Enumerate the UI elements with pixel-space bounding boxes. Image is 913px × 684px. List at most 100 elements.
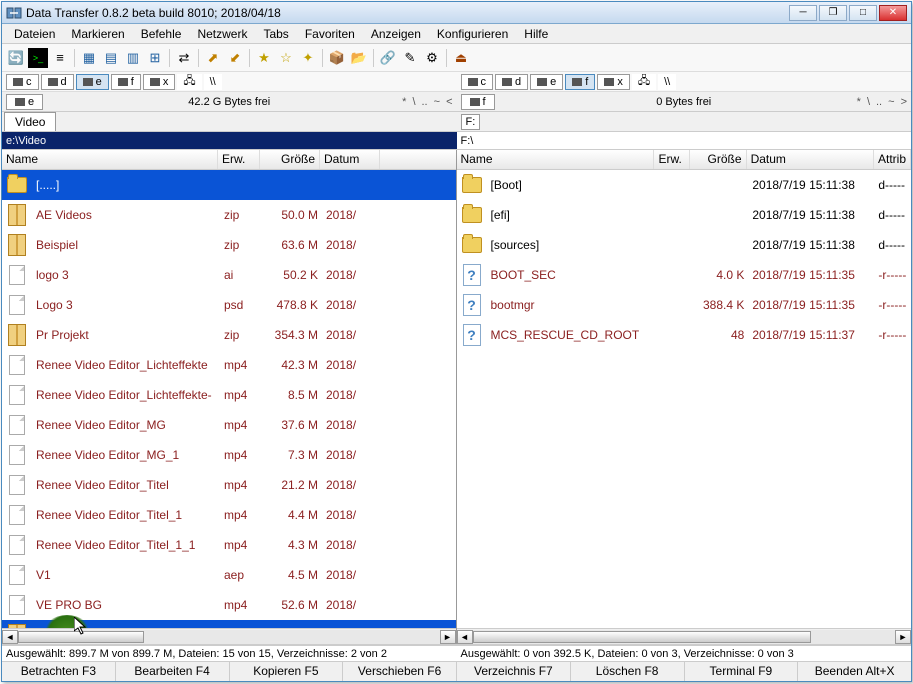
- drive-f[interactable]: f: [565, 74, 595, 90]
- nav-btn[interactable]: ~: [434, 96, 440, 108]
- edit-icon[interactable]: ✎: [400, 48, 420, 68]
- view-details-icon[interactable]: ▤: [101, 48, 121, 68]
- drive-x[interactable]: x: [597, 74, 630, 90]
- scroll-right-icon[interactable]: ►: [440, 630, 456, 644]
- right-columns[interactable]: NameErw.GrößeDatumAttrib: [457, 150, 912, 170]
- drive-e[interactable]: e: [530, 74, 563, 90]
- drive-c[interactable]: c: [6, 74, 39, 90]
- maximize-button[interactable]: □: [849, 5, 877, 21]
- view-list-icon[interactable]: ▦: [79, 48, 99, 68]
- menu-konfigurieren[interactable]: Konfigurieren: [429, 27, 516, 41]
- column-header[interactable]: Erw.: [654, 150, 689, 169]
- column-header[interactable]: Datum: [747, 150, 874, 169]
- left-hscroll[interactable]: ◄ ►: [2, 628, 456, 644]
- terminal-icon[interactable]: >_: [28, 48, 48, 68]
- left-drive-label[interactable]: e: [6, 94, 43, 110]
- nav-out-icon[interactable]: ⬈: [203, 48, 223, 68]
- scroll-left-icon[interactable]: ◄: [2, 630, 18, 644]
- nav-btn[interactable]: *: [857, 96, 861, 108]
- file-row[interactable]: Beispielzip63.6 M2018/: [2, 230, 456, 260]
- left-path[interactable]: e:\Video: [2, 132, 457, 149]
- settings-icon[interactable]: ⚙: [422, 48, 442, 68]
- column-header[interactable]: Erw.: [218, 150, 260, 169]
- drive-d[interactable]: d: [41, 74, 74, 90]
- close-button[interactable]: ✕: [879, 5, 907, 21]
- file-row[interactable]: [Boot]2018/7/19 15:11:38d-----: [457, 170, 912, 200]
- favorite-del-icon[interactable]: ☆: [276, 48, 296, 68]
- file-row[interactable]: Renee Video Editor_MGmp437.6 M2018/: [2, 410, 456, 440]
- nav-btn[interactable]: \: [867, 96, 870, 108]
- menu-favoriten[interactable]: Favoriten: [297, 27, 363, 41]
- right-drive-combo[interactable]: F:: [461, 114, 481, 130]
- file-row[interactable]: Renee Video Editor_Titel_1_1mp44.3 M2018…: [2, 530, 456, 560]
- file-row[interactable]: Logo 3psd478.8 K2018/: [2, 290, 456, 320]
- file-row[interactable]: Renee Video Editor_Lichteffektemp442.3 M…: [2, 350, 456, 380]
- nav-btn[interactable]: ~: [888, 96, 894, 108]
- right-path[interactable]: F:\: [457, 132, 912, 149]
- drive-d[interactable]: d: [495, 74, 528, 90]
- left-columns[interactable]: NameErw.GrößeDatum: [2, 150, 456, 170]
- titlebar[interactable]: Data Transfer 0.8.2 beta build 8010; 201…: [2, 2, 911, 24]
- file-row[interactable]: ?BOOT_SEC4.0 K2018/7/19 15:11:35-r-----: [457, 260, 912, 290]
- favorite-add-icon[interactable]: ★: [254, 48, 274, 68]
- scroll-left-icon[interactable]: ◄: [457, 630, 473, 644]
- unpack-icon[interactable]: 📂: [349, 48, 369, 68]
- left-filelist[interactable]: [.....]AE Videoszip50.0 M2018/Beispielzi…: [2, 170, 456, 628]
- file-row[interactable]: [.....]: [2, 170, 456, 200]
- file-row[interactable]: Videoszip248.6 M2018: [2, 620, 456, 628]
- swap-icon[interactable]: ⇄: [174, 48, 194, 68]
- fnkey-button[interactable]: Bearbeiten F4: [116, 662, 230, 681]
- drive-f[interactable]: f: [111, 74, 141, 90]
- right-filelist[interactable]: [Boot]2018/7/19 15:11:38d-----[efi]2018/…: [457, 170, 912, 628]
- drive-x[interactable]: x: [143, 74, 176, 90]
- column-header[interactable]: Größe: [690, 150, 747, 169]
- file-row[interactable]: [efi]2018/7/19 15:11:38d-----: [457, 200, 912, 230]
- file-row[interactable]: ?MCS_RESCUE_CD_ROOT482018/7/19 15:11:37-…: [457, 320, 912, 350]
- nav-in-icon[interactable]: ⬋: [225, 48, 245, 68]
- share-icon[interactable]: 🖧: [632, 74, 656, 90]
- refresh-icon[interactable]: 🔄: [6, 48, 26, 68]
- file-row[interactable]: [sources]2018/7/19 15:11:38d-----: [457, 230, 912, 260]
- view-tree-icon[interactable]: ▥: [123, 48, 143, 68]
- view-thumbs-icon[interactable]: ⊞: [145, 48, 165, 68]
- left-tab[interactable]: Video: [4, 112, 56, 131]
- nav-btn[interactable]: \: [412, 96, 415, 108]
- menu-anzeigen[interactable]: Anzeigen: [363, 27, 429, 41]
- minimize-button[interactable]: ─: [789, 5, 817, 21]
- file-row[interactable]: Renee Video Editor_Titel_1mp44.4 M2018/: [2, 500, 456, 530]
- right-drive-label[interactable]: f: [461, 94, 495, 110]
- root-icon[interactable]: \\: [658, 74, 676, 90]
- right-hscroll[interactable]: ◄ ►: [457, 628, 912, 644]
- nav-btn[interactable]: <: [446, 96, 452, 108]
- file-row[interactable]: Renee Video Editor_MG_1mp47.3 M2018/: [2, 440, 456, 470]
- share-icon[interactable]: 🖧: [177, 74, 201, 90]
- exit-icon[interactable]: ⏏: [451, 48, 471, 68]
- drive-c[interactable]: c: [461, 74, 494, 90]
- favorite-star-icon[interactable]: ✦: [298, 48, 318, 68]
- fnkey-button[interactable]: Beenden Alt+X: [798, 662, 911, 681]
- column-header[interactable]: Name: [457, 150, 655, 169]
- file-row[interactable]: Pr Projektzip354.3 M2018/: [2, 320, 456, 350]
- restore-button[interactable]: ❐: [819, 5, 847, 21]
- file-row[interactable]: ?bootmgr388.4 K2018/7/19 15:11:35-r-----: [457, 290, 912, 320]
- menu-befehle[interactable]: Befehle: [133, 27, 190, 41]
- nav-btn[interactable]: *: [402, 96, 406, 108]
- file-row[interactable]: V1aep4.5 M2018/: [2, 560, 456, 590]
- nav-btn[interactable]: >: [901, 96, 907, 108]
- connect-icon[interactable]: 🔗: [378, 48, 398, 68]
- root-icon[interactable]: \\: [204, 74, 222, 90]
- menu-dateien[interactable]: Dateien: [6, 27, 63, 41]
- file-row[interactable]: Renee Video Editor_Lichteffekte-mp48.5 M…: [2, 380, 456, 410]
- pack-icon[interactable]: 📦: [327, 48, 347, 68]
- column-header[interactable]: Name: [2, 150, 218, 169]
- fnkey-button[interactable]: Betrachten F3: [2, 662, 116, 681]
- file-row[interactable]: logo 3ai50.2 K2018/: [2, 260, 456, 290]
- properties-icon[interactable]: ≡: [50, 48, 70, 68]
- column-header[interactable]: Datum: [320, 150, 380, 169]
- menu-netzwerk[interactable]: Netzwerk: [189, 27, 255, 41]
- nav-btn[interactable]: ..: [422, 96, 428, 108]
- nav-btn[interactable]: ..: [876, 96, 882, 108]
- column-header[interactable]: Größe: [260, 150, 320, 169]
- file-row[interactable]: AE Videoszip50.0 M2018/: [2, 200, 456, 230]
- menu-tabs[interactable]: Tabs: [255, 27, 296, 41]
